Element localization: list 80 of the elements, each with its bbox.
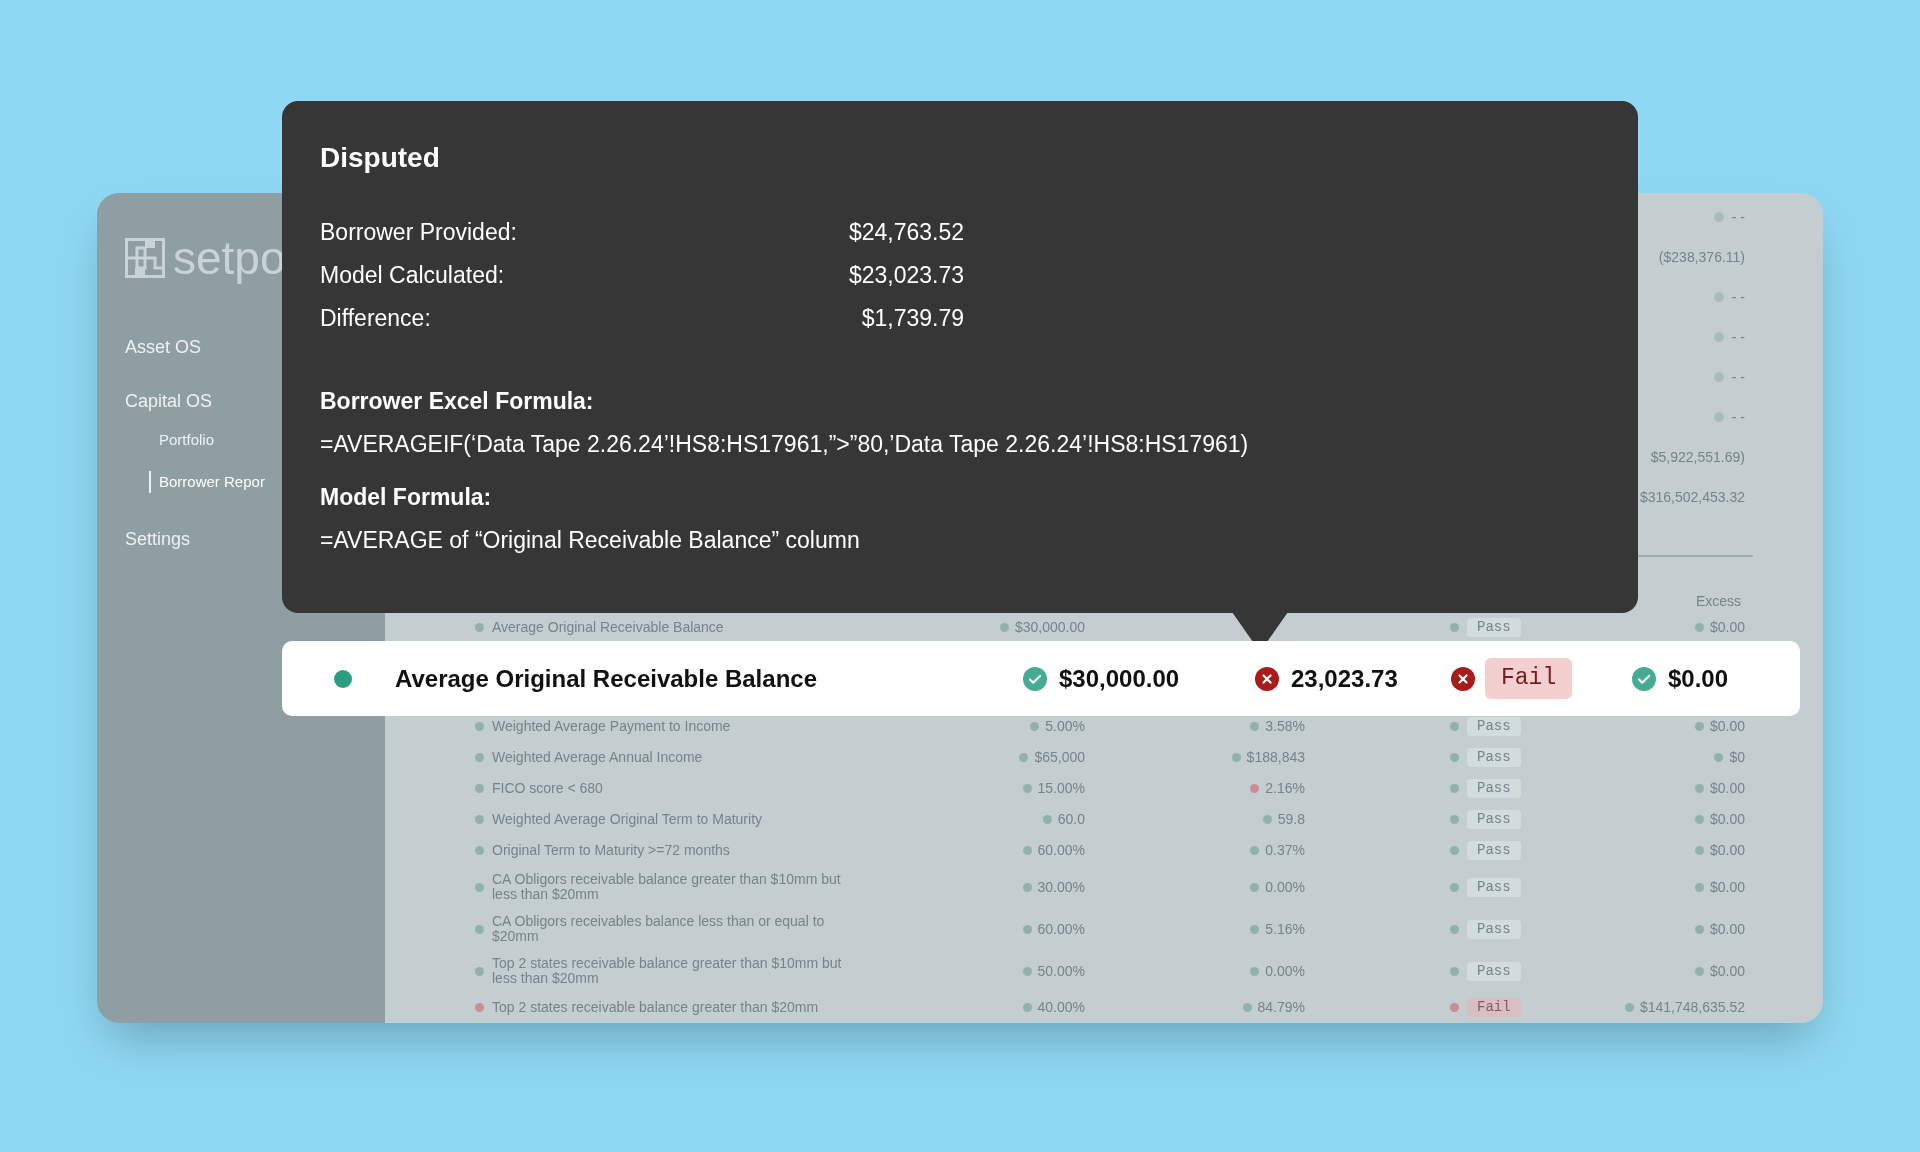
sidebar-item[interactable]: Capital OS	[125, 383, 213, 419]
result-badge: Pass	[1467, 810, 1521, 829]
summary-value: - -	[1731, 367, 1745, 387]
row-label: FICO score < 680	[492, 781, 604, 796]
result-badge: Pass	[1467, 919, 1521, 939]
table-cell: 15.00%	[1037, 781, 1085, 796]
sidebar-item[interactable]: Settings	[125, 521, 191, 557]
table-cell: 0.37%	[1265, 843, 1305, 858]
result-badge: Pass	[1467, 841, 1521, 860]
sidebar-subitem[interactable]: Portfolio	[149, 428, 215, 452]
logo-icon	[125, 238, 165, 278]
table-cell: $0.00	[1709, 620, 1745, 635]
formula-heading: Model Formula:	[320, 483, 492, 512]
table-cell: 60.00%	[1037, 921, 1085, 937]
table-cell: $0.00	[1709, 879, 1745, 895]
figure-label: Borrower Provided:	[320, 218, 518, 248]
summary-value: - -	[1731, 407, 1745, 427]
formula-text: =AVERAGEIF(‘Data Tape 2.26.24’!HS8:HS17961,”>”80,’Data Tape 2.26.24’!HS8:HS17961)	[320, 430, 1249, 459]
result-badge: Fail	[1485, 658, 1573, 699]
table-cell: 84.79%	[1257, 1000, 1305, 1015]
row-label: Original Term to Maturity >=72 months	[492, 843, 731, 858]
table-cell: $0	[1729, 750, 1745, 765]
figure-value: $23,023.73	[847, 261, 964, 291]
sidebar-subitem[interactable]: Borrower Repor	[149, 470, 265, 494]
table-cell: $0.00	[1709, 963, 1745, 979]
table-cell-text: 23,023.73	[1291, 663, 1398, 694]
summary-value: $316,502,453.32	[1639, 487, 1745, 507]
table-cell: $0.00	[1709, 812, 1745, 827]
row-label: CA Obligors receivables balance less than or equal to $20mm	[492, 914, 826, 944]
table-cell: $30,000.00	[1014, 620, 1085, 635]
table-cell: 5.16%	[1265, 921, 1305, 937]
table-cell: $0.00	[1709, 719, 1745, 734]
table-cell: 60.0	[1057, 812, 1085, 827]
summary-value: $5,922,551.69)	[1650, 447, 1745, 467]
table-cell: 50.00%	[1037, 963, 1085, 979]
figure-value: $1,739.79	[860, 304, 964, 334]
result-badge: Pass	[1467, 748, 1521, 767]
summary-value: - -	[1731, 207, 1745, 227]
row-label: Weighted Average Original Term to Maturity	[492, 812, 764, 827]
table-cell: 40.00%	[1037, 1000, 1085, 1015]
table-cell: $141,748,635.52	[1639, 1000, 1745, 1015]
table-cell-text: $0.00	[1668, 663, 1729, 694]
formula-heading: Borrower Excel Formula:	[320, 387, 594, 416]
table-cell-text: $30,000.00	[1059, 663, 1180, 694]
row-label: Weighted Average Payment to Income	[492, 719, 732, 734]
result-badge: Pass	[1467, 779, 1521, 798]
row-label: Average Original Receivable Balance	[492, 620, 725, 635]
table-cell: $0.00	[1709, 843, 1745, 858]
result-badge: Pass	[1467, 618, 1521, 637]
result-badge: Pass	[1467, 717, 1521, 736]
formula-text: =AVERAGE of “Original Receivable Balance” column	[320, 526, 860, 555]
table-cell: $188,843	[1246, 750, 1305, 765]
table-cell: $0.00	[1709, 781, 1745, 796]
summary-value: - -	[1731, 287, 1745, 307]
figure-label: Model Calculated:	[320, 261, 506, 291]
tooltip-title: Disputed	[320, 141, 440, 175]
column-header: Excess	[1695, 592, 1741, 611]
table-cell: 0.00%	[1265, 963, 1305, 979]
result-badge: Pass	[1467, 961, 1521, 981]
table-cell: 0.00%	[1265, 879, 1305, 895]
row-label: Average Original Receivable Balance	[395, 663, 818, 694]
table-cell: 5.00%	[1045, 719, 1085, 734]
table-cell: 59.8	[1277, 812, 1305, 827]
table-cell: $0.00	[1709, 921, 1745, 937]
table-cell: 2.16%	[1265, 781, 1305, 796]
row-label: Top 2 states receivable balance greater than $10mm but less than $20mm	[492, 956, 842, 986]
row-label: Top 2 states receivable balance greater than $20mm	[492, 1000, 820, 1015]
result-badge: Fail	[1467, 998, 1521, 1017]
table-cell: 30.00%	[1037, 879, 1085, 895]
table-cell: 60.00%	[1037, 843, 1085, 858]
row-label: CA Obligors receivable balance greater than $10mm but less than $20mm	[492, 872, 842, 902]
figure-label: Difference:	[320, 304, 432, 334]
table-cell: $65,000	[1034, 750, 1085, 765]
result-badge: Pass	[1467, 877, 1521, 897]
summary-value: ($238,376.11)	[1658, 247, 1745, 267]
sidebar-item[interactable]: Asset OS	[125, 329, 202, 365]
table-cell: 3.58%	[1265, 719, 1305, 734]
figure-value: $24,763.52	[847, 218, 964, 248]
row-label: Weighted Average Annual Income	[492, 750, 704, 765]
summary-value: - -	[1731, 327, 1745, 347]
